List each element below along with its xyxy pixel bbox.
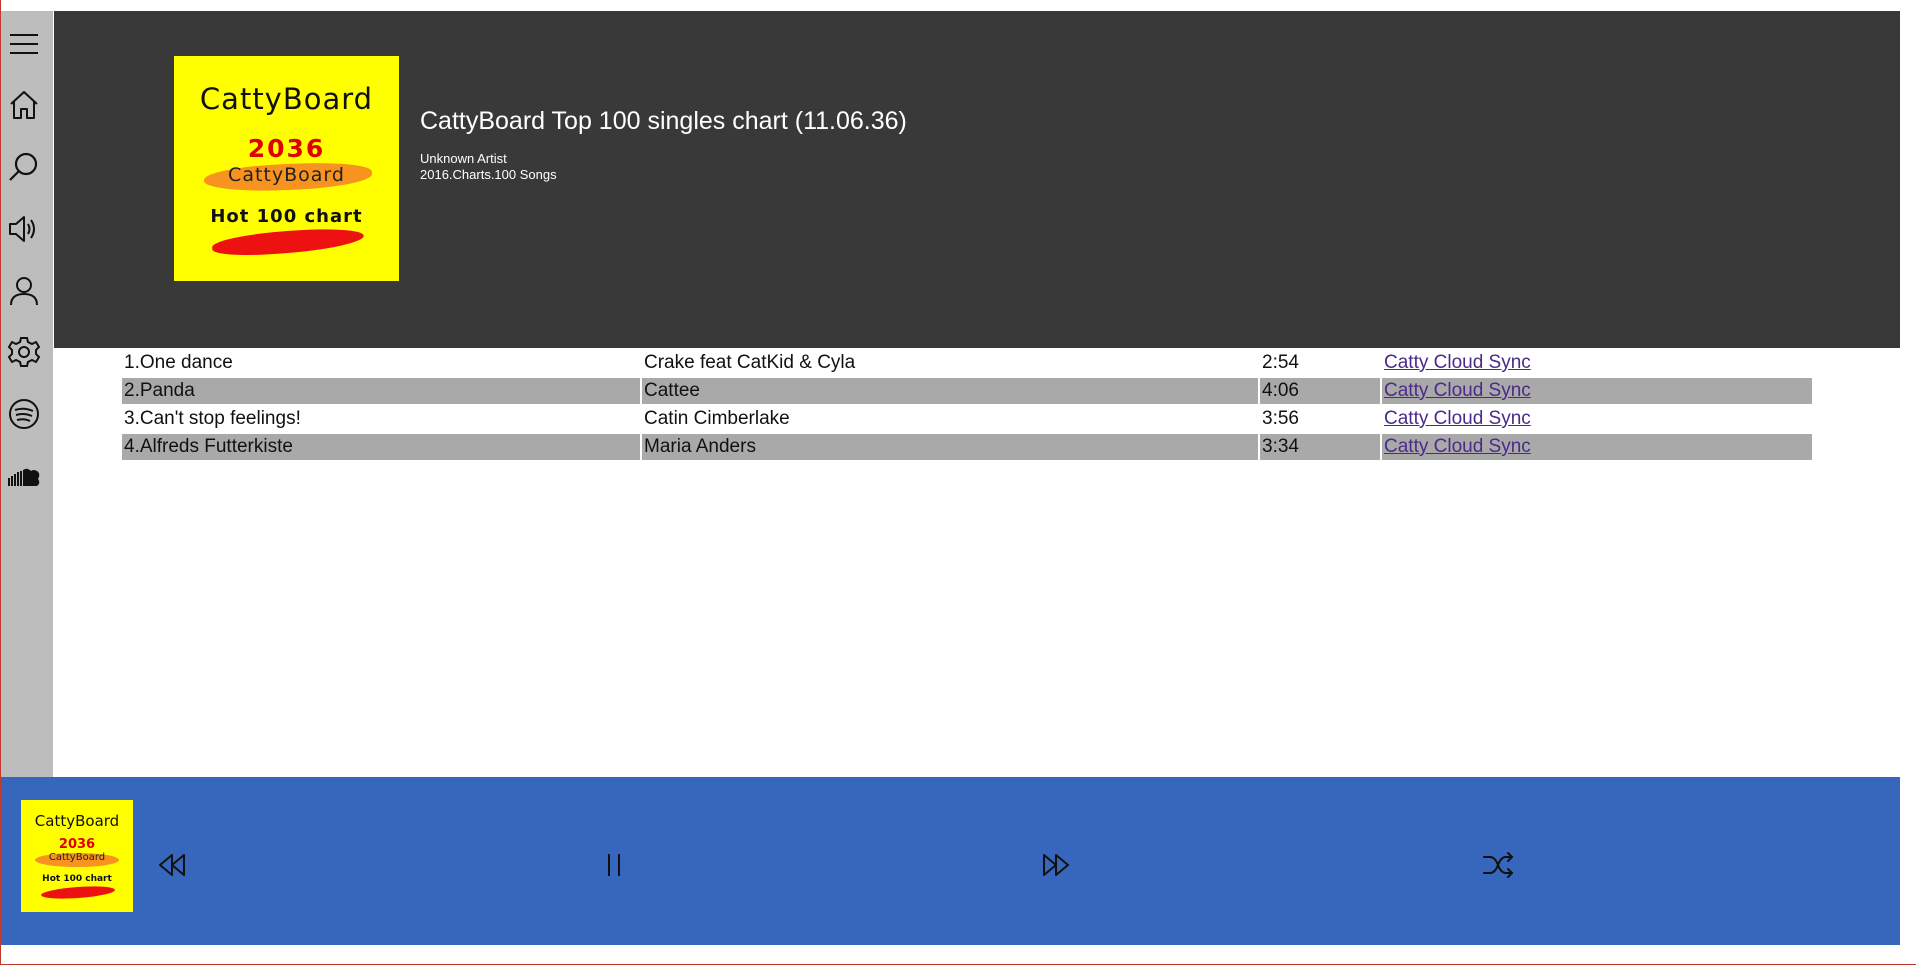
track-sync-link[interactable]: Catty Cloud Sync <box>1384 352 1531 373</box>
cover-hot-label: Hot 100 chart <box>210 206 363 227</box>
gear-icon[interactable] <box>6 334 42 370</box>
track-title: 1.One dance <box>124 352 233 373</box>
track-title: 2.Panda <box>122 378 640 404</box>
spotify-icon[interactable] <box>6 396 42 432</box>
player-bar: CattyBoard 2036 CattyBoard Hot 100 chart <box>1 777 1900 945</box>
track-title: 3.Can't stop feelings! <box>124 408 301 429</box>
cover-year: 2036 <box>247 134 326 163</box>
track-artist: Catin Cimberlake <box>644 408 790 429</box>
mini-cover-year: 2036 <box>58 837 96 852</box>
mini-cover-brand-secondary: CattyBoard <box>48 852 106 863</box>
sidebar <box>1 11 53 777</box>
track-duration: 3:56 <box>1262 408 1299 429</box>
pause-icon[interactable] <box>594 845 634 885</box>
track-row[interactable]: 2.Panda Cattee 4:06 Catty Cloud Sync <box>122 378 1812 404</box>
track-duration: 4:06 <box>1260 378 1380 404</box>
track-artist: Crake feat CatKid & Cyla <box>644 352 856 373</box>
album-header: CattyBoard 2036 CattyBoard Hot 100 chart… <box>54 11 1900 348</box>
album-title: CattyBoard Top 100 singles chart (11.06.… <box>420 107 907 135</box>
shuffle-icon[interactable] <box>1478 845 1518 885</box>
album-meta: 2016.Charts.100 Songs <box>420 167 557 182</box>
fast-forward-icon[interactable] <box>1036 845 1076 885</box>
album-artist: Unknown Artist <box>420 151 507 166</box>
track-title: 4.Alfreds Futterkiste <box>122 434 640 460</box>
cover-brand: CattyBoard <box>199 82 374 116</box>
track-row[interactable]: 3.Can't stop feelings! Catin Cimberlake … <box>122 406 1812 432</box>
track-duration: 3:34 <box>1260 434 1380 460</box>
home-icon[interactable] <box>6 87 42 123</box>
album-cover: CattyBoard 2036 CattyBoard Hot 100 chart <box>174 56 399 281</box>
menu-icon[interactable] <box>6 26 42 62</box>
track-artist: Maria Anders <box>642 434 1258 460</box>
track-artist: Cattee <box>642 378 1258 404</box>
mini-cover-hot-label: Hot 100 chart <box>42 874 112 884</box>
track-row[interactable]: 4.Alfreds Futterkiste Maria Anders 3:34 … <box>122 434 1812 460</box>
rewind-icon[interactable] <box>152 845 192 885</box>
track-list: 1.One dance Crake feat CatKid & Cyla 2:5… <box>122 350 1812 462</box>
mini-cover-brand: CattyBoard <box>34 812 120 830</box>
track-sync-link[interactable]: Catty Cloud Sync <box>1384 380 1531 401</box>
cover-brand-secondary: CattyBoard <box>228 164 345 186</box>
track-sync-link[interactable]: Catty Cloud Sync <box>1384 436 1531 457</box>
mini-cover-brush-red <box>40 884 116 901</box>
soundcloud-icon[interactable] <box>6 458 42 494</box>
cover-brush-red <box>211 225 365 259</box>
user-icon[interactable] <box>6 273 42 309</box>
track-row[interactable]: 1.One dance Crake feat CatKid & Cyla 2:5… <box>122 350 1812 376</box>
track-sync-link[interactable]: Catty Cloud Sync <box>1384 408 1531 429</box>
scrollbar[interactable] <box>1900 11 1915 964</box>
track-duration: 2:54 <box>1262 352 1299 373</box>
search-icon[interactable] <box>6 149 42 185</box>
speaker-icon[interactable] <box>6 211 42 247</box>
now-playing-cover[interactable]: CattyBoard 2036 CattyBoard Hot 100 chart <box>21 800 133 912</box>
